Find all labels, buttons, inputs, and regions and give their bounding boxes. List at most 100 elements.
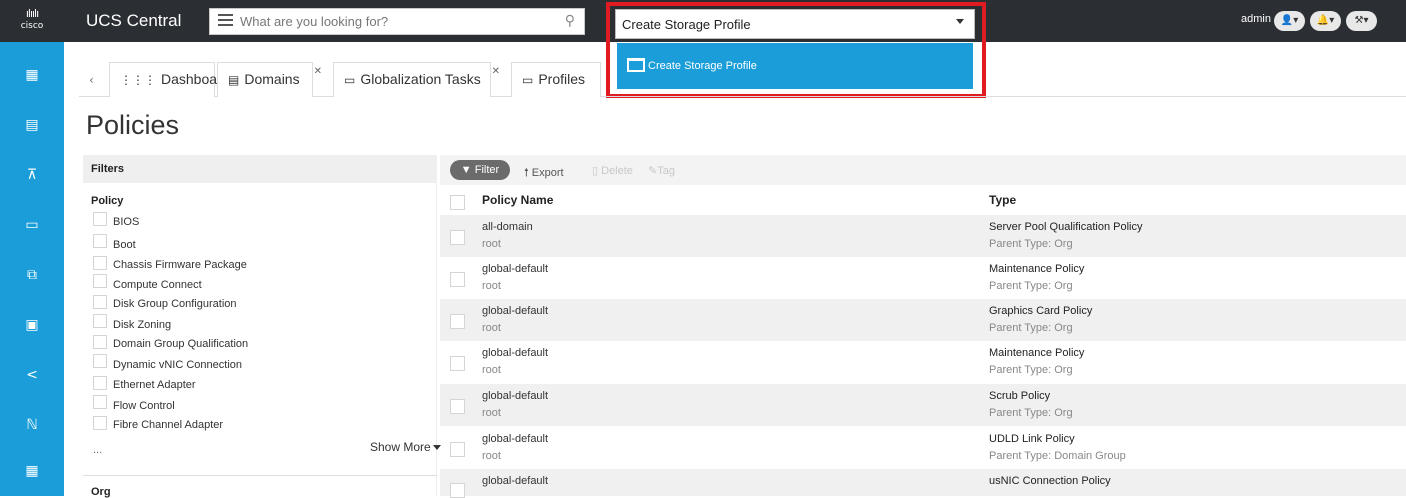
action-combobox-value[interactable]: Create Storage Profile — [622, 17, 751, 32]
checkbox[interactable] — [93, 212, 107, 226]
policy-org: root — [482, 280, 501, 292]
table-row[interactable]: global-default usNIC Connection Policy — [440, 469, 1406, 498]
table-row[interactable]: global-default root Scrub Policy Parent … — [440, 384, 1406, 426]
tab-domains[interactable]: ▤ Domains ✕ — [217, 62, 322, 97]
policy-org: root — [482, 450, 501, 462]
checkbox[interactable] — [93, 314, 107, 328]
tab-label: Domains — [244, 71, 300, 87]
filter-label: Domain Group Qualification — [113, 338, 249, 350]
checkbox[interactable] — [93, 335, 107, 349]
table-row[interactable]: global-default root UDLD Link Policy Par… — [440, 427, 1406, 469]
global-search[interactable]: ⚲ — [209, 8, 585, 35]
row-checkbox[interactable] — [450, 272, 465, 287]
tab-dashboard[interactable]: ⋮⋮⋮ Dashboard — [109, 62, 230, 97]
window-icon[interactable]: ▭ — [23, 216, 41, 234]
table-row[interactable]: global-default root Maintenance Policy P… — [440, 257, 1406, 299]
policy-name[interactable]: global-default — [482, 305, 548, 317]
windows-icon[interactable]: ⧉ — [23, 266, 41, 284]
close-icon[interactable]: ✕ — [314, 55, 322, 88]
show-more-button[interactable]: Show More — [370, 440, 441, 454]
tag-button[interactable]: ✎Tag — [648, 164, 675, 177]
policy-org: root — [482, 364, 501, 376]
network-icon[interactable]: ℕ — [23, 416, 41, 434]
filter-label: Flow Control — [113, 400, 175, 412]
policy-name[interactable]: global-default — [482, 390, 548, 402]
filter-label: Fibre Channel Adapter — [113, 419, 224, 431]
column-header-policy-name[interactable]: Policy Name — [482, 193, 553, 207]
filter-button[interactable]: ▼ Filter — [450, 160, 510, 180]
org-filter-title: Org — [91, 486, 111, 498]
equipment-icon[interactable]: ▤ — [23, 116, 41, 134]
dashboard-icon[interactable]: ▦ — [23, 66, 41, 84]
parent-type: Parent Type: Org — [989, 238, 1073, 250]
grid-icon: ⋮⋮⋮ — [120, 73, 156, 87]
policy-org: root — [482, 322, 501, 334]
user-menu-button[interactable]: 👤▾ — [1274, 11, 1305, 31]
policy-filter-title: Policy — [91, 195, 124, 207]
table-row[interactable]: global-default root Graphics Card Policy… — [440, 299, 1406, 341]
export-icon: 🠕 — [524, 167, 529, 179]
window-icon: ▭ — [522, 73, 534, 87]
row-checkbox[interactable] — [450, 399, 465, 414]
tab-globalization-tasks[interactable]: ▭ Globalization Tasks ✕ — [333, 62, 500, 97]
filter-label: Filter — [474, 164, 500, 176]
user-name: admin — [1241, 13, 1271, 25]
tab-bar: ‹ ⋮⋮⋮ Dashboard ▤ Domains ✕ ▭ Globalization… — [79, 57, 1406, 97]
row-checkbox[interactable] — [450, 442, 465, 457]
policy-name[interactable]: all-domain — [482, 221, 533, 233]
share-icon[interactable]: < — [23, 366, 41, 384]
tab-profiles[interactable]: ▭ Profiles — [511, 62, 601, 97]
row-checkbox[interactable] — [450, 314, 465, 329]
policy-name[interactable]: global-default — [482, 475, 548, 487]
checkbox[interactable] — [93, 354, 107, 368]
policy-name[interactable]: global-default — [482, 347, 548, 359]
checkbox[interactable] — [93, 256, 107, 270]
search-icon[interactable]: ⚲ — [565, 13, 575, 29]
filter-label: Chassis Firmware Package — [113, 259, 247, 271]
app-title[interactable]: UCS Central — [86, 11, 181, 31]
search-input[interactable] — [240, 12, 550, 31]
column-header-type[interactable]: Type — [989, 193, 1016, 207]
calendar-icon[interactable]: ▦ — [23, 462, 41, 480]
document-icon[interactable]: ▣ — [23, 316, 41, 334]
parent-type: Parent Type: Org — [989, 364, 1073, 376]
row-checkbox[interactable] — [450, 230, 465, 245]
delete-button[interactable]: ▯ Delete — [592, 164, 633, 177]
table-toolbar: ▼ Filter 🠕 Export ▯ Delete ✎Tag — [440, 155, 1406, 185]
menu-icon[interactable] — [218, 14, 233, 28]
checkbox[interactable] — [93, 234, 107, 248]
policy-type: Maintenance Policy — [989, 263, 1085, 275]
tools-menu-button[interactable]: ⚒▾ — [1346, 11, 1377, 31]
chevron-left-icon[interactable]: ‹ — [89, 73, 94, 87]
policy-type: Scrub Policy — [989, 390, 1051, 402]
policy-name[interactable]: global-default — [482, 433, 548, 445]
checkbox[interactable] — [93, 376, 107, 390]
filter-label: Boot — [113, 239, 136, 251]
hierarchy-icon[interactable]: ⊼ — [23, 166, 41, 184]
chevron-down-icon[interactable] — [956, 19, 964, 24]
notifications-button[interactable]: 🔔▾ — [1310, 11, 1341, 31]
select-all-checkbox[interactable] — [450, 195, 465, 210]
export-button[interactable]: 🠕 Export — [524, 164, 564, 183]
action-combobox[interactable]: Create Storage Profile — [615, 9, 975, 39]
policy-type: usNIC Connection Policy — [989, 475, 1111, 487]
policy-type: Server Pool Qualification Policy — [989, 221, 1143, 233]
filter-label: Dynamic vNIC Connection — [113, 359, 242, 371]
delete-label: Delete — [601, 165, 633, 177]
policy-type: Maintenance Policy — [989, 347, 1085, 359]
monitor-icon: ▤ — [228, 73, 240, 87]
checkbox[interactable] — [93, 274, 107, 288]
filter-icon: ▼ — [460, 164, 472, 176]
tab-label: Profiles — [538, 71, 586, 87]
table-row[interactable]: all-domain root Server Pool Qualificatio… — [440, 215, 1406, 257]
checkbox[interactable] — [93, 295, 107, 309]
checkbox[interactable] — [93, 416, 107, 430]
checkbox[interactable] — [93, 395, 107, 409]
policy-type: UDLD Link Policy — [989, 433, 1075, 445]
policy-name[interactable]: global-default — [482, 263, 548, 275]
cisco-logo[interactable]: ılıılı cisco — [12, 8, 52, 34]
row-checkbox[interactable] — [450, 356, 465, 371]
close-icon[interactable]: ✕ — [492, 55, 500, 88]
tab-label: Globalization Tasks — [360, 71, 481, 87]
table-row[interactable]: global-default root Maintenance Policy P… — [440, 341, 1406, 383]
